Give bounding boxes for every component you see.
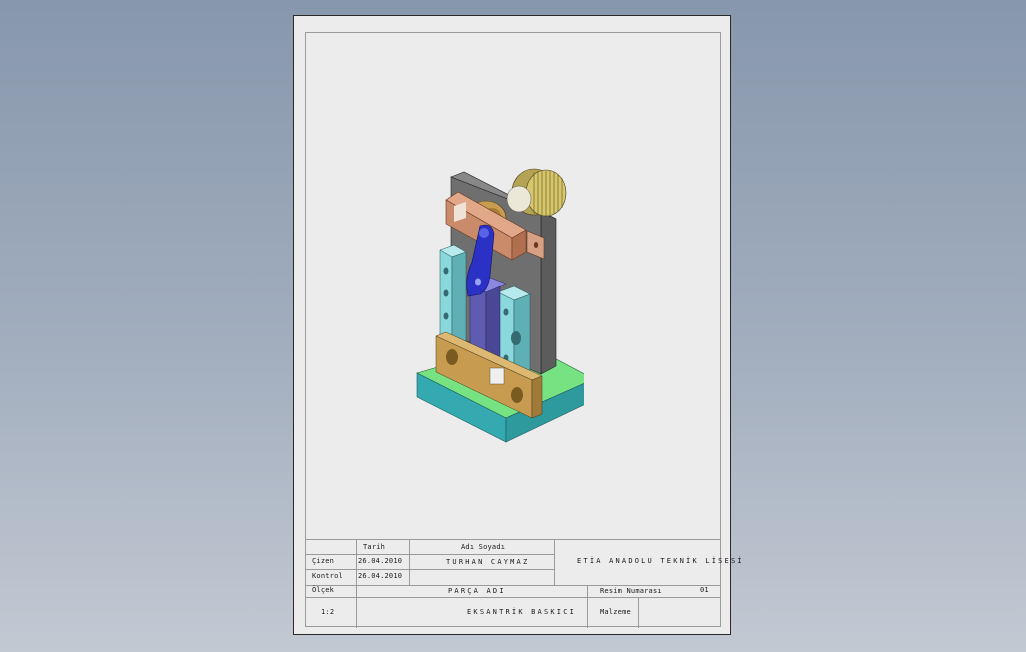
cizen-label: Çizen <box>312 557 335 565</box>
malzeme-label: Malzeme <box>600 608 631 616</box>
knurled-knob <box>506 168 567 217</box>
part-name: EKSANTRİK BASKICI <box>467 608 577 616</box>
kontrol-date: 26.04.2010 <box>358 572 403 580</box>
column-side <box>540 211 557 375</box>
tarih-header: Tarih <box>363 543 386 551</box>
olcek-label: Ölçek <box>312 586 335 594</box>
parca-adi-label: PARÇA ADI <box>448 587 506 595</box>
adi-soyadi-header: Adı Soyadı <box>461 543 506 551</box>
title-block: Tarih Adı Soyadı Çizen 26.04.2010 TURHAN… <box>305 539 742 628</box>
drawing-sheet: Tarih Adı Soyadı Çizen 26.04.2010 TURHAN… <box>293 15 742 635</box>
isometric-assembly-view <box>416 168 584 443</box>
scale-value: 1:2 <box>321 608 335 616</box>
company-name: ETİA ANADOLU TEKNİK LİSESİ <box>577 557 744 565</box>
cizen-date: 26.04.2010 <box>358 557 403 565</box>
resim-numarasi-label: Resim Numarası <box>600 587 662 595</box>
resim-numarasi-value: 01 <box>700 586 709 594</box>
cizen-name: TURHAN CAYMAZ <box>446 558 530 566</box>
kontrol-label: Kontrol <box>312 572 343 580</box>
